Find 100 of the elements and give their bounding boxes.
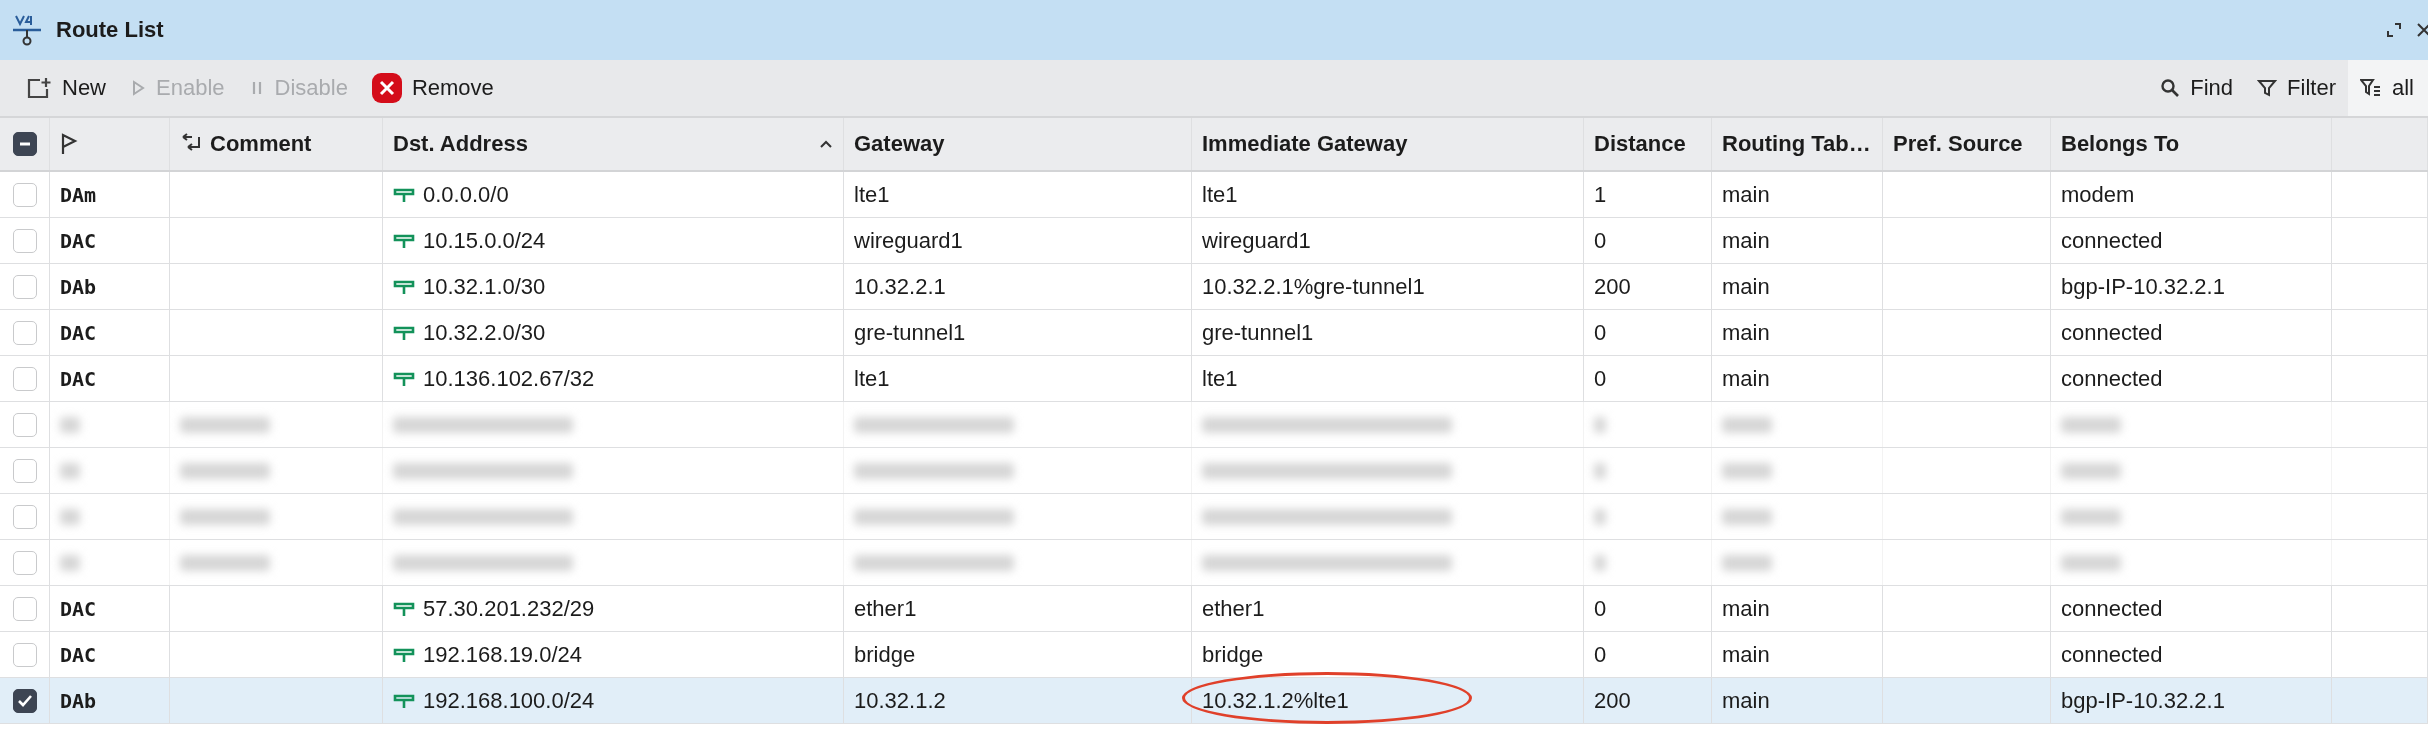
blurred-text: [60, 462, 80, 479]
table-cell: connected: [2061, 319, 2163, 346]
flags-cell: DAm: [60, 182, 97, 207]
table-cell: 10.32.1.2: [854, 687, 946, 714]
filter-icon: [2257, 78, 2278, 98]
blurred-text: [1722, 554, 1772, 571]
toolbar-button[interactable]: Remove: [359, 60, 506, 116]
window-title: Route List: [56, 17, 164, 43]
table-cell: wireguard1: [854, 227, 963, 254]
table-cell: 0: [1594, 595, 1607, 622]
table-cell: connected: [2061, 227, 2163, 254]
table-cell: 192.168.19.0/24: [423, 641, 583, 668]
flags-cell: DAC: [60, 596, 97, 621]
filter-list-icon: [2360, 78, 2382, 98]
blurred-text: [1594, 554, 1606, 571]
flags-cell: DAb: [60, 688, 97, 713]
flags-cell: DAb: [60, 274, 97, 299]
column-header[interactable]: Pref. Source: [1893, 131, 2023, 157]
route-icon: [393, 232, 415, 249]
table-cell: main: [1722, 319, 1770, 346]
table-cell: 1: [1594, 181, 1607, 208]
route-icon: [12, 13, 42, 47]
blurred-text: [2061, 462, 2121, 479]
table-cell: 10.32.2.1%gre-tunnel1: [1202, 273, 1425, 300]
sort-caret-icon[interactable]: [819, 139, 833, 149]
blurred-text: [60, 554, 80, 571]
row-checkbox[interactable]: [12, 688, 37, 713]
remove-icon: [371, 73, 402, 103]
table-cell: main: [1722, 365, 1770, 392]
table-cell: main: [1722, 641, 1770, 668]
route-icon: [393, 600, 415, 617]
table-cell: 0.0.0.0/0: [423, 181, 509, 208]
table-cell: modem: [2061, 181, 2135, 208]
toolbar-button[interactable]: Filter: [2245, 60, 2348, 116]
blurred-text: [60, 416, 80, 433]
table-cell: wireguard1: [1202, 227, 1311, 254]
table-cell: main: [1722, 227, 1770, 254]
table-cell: main: [1722, 595, 1770, 622]
blurred-text: [1722, 508, 1772, 525]
table-cell: 10.15.0.0/24: [423, 227, 546, 254]
table-cell: main: [1722, 687, 1770, 714]
flags-cell: DAC: [60, 642, 97, 667]
column-header[interactable]: Belongs To: [2061, 131, 2180, 157]
column-header[interactable]: Dst. Address: [393, 131, 528, 157]
route-icon: [393, 278, 415, 295]
route-icon: [393, 370, 415, 387]
add-window-icon: [26, 76, 52, 100]
flags-cell: DAC: [60, 320, 97, 345]
select-all-checkbox[interactable]: [12, 132, 37, 156]
route-icon: [393, 324, 415, 341]
table-cell: bgp-IP-10.32.2.1: [2061, 273, 2225, 300]
table-cell: lte1: [1202, 181, 1238, 208]
table-cell: bgp-IP-10.32.2.1: [2061, 687, 2225, 714]
column-header[interactable]: Comment: [210, 131, 312, 157]
table-cell: lte1: [854, 365, 890, 392]
table-cell: 0: [1594, 365, 1607, 392]
table-cell: connected: [2061, 365, 2163, 392]
toolbar-button[interactable]: Find: [2148, 60, 2246, 116]
blurred-text: [2061, 416, 2121, 433]
blurred-text: [1722, 416, 1772, 433]
play-icon: [130, 79, 146, 97]
table-cell: connected: [2061, 641, 2163, 668]
table-cell: 10.32.2.0/30: [423, 319, 546, 346]
table-cell: lte1: [854, 181, 890, 208]
column-header[interactable]: Routing Tab…: [1722, 131, 1871, 157]
route-icon: [393, 646, 415, 663]
table-cell: gre-tunnel1: [1202, 319, 1314, 346]
table-cell: ether1: [854, 595, 917, 622]
toolbar-button[interactable]: all: [2348, 60, 2428, 116]
search-icon: [2160, 78, 2181, 98]
column-header[interactable]: Gateway: [854, 131, 945, 157]
table-cell: 10.136.102.67/32: [423, 365, 595, 392]
table-cell: 10.32.1.0/30: [423, 273, 546, 300]
table-cell: 10.32.2.1: [854, 273, 946, 300]
blurred-text: [1594, 508, 1606, 525]
table-cell: 192.168.100.0/24: [423, 687, 595, 714]
table-cell: ether1: [1202, 595, 1265, 622]
toolbar-button[interactable]: New: [14, 60, 118, 116]
route-icon: [393, 186, 415, 203]
table-cell: bridge: [854, 641, 916, 668]
table-cell: 57.30.201.232/29: [423, 595, 595, 622]
blurred-text: [1594, 462, 1606, 479]
table-cell: main: [1722, 273, 1770, 300]
table-cell: 0: [1594, 227, 1607, 254]
table-cell: 0: [1594, 319, 1607, 346]
close-icon[interactable]: [2416, 22, 2428, 38]
table-cell: connected: [2061, 595, 2163, 622]
table-cell: gre-tunnel1: [854, 319, 966, 346]
flags-cell: DAC: [60, 366, 97, 391]
table-cell: 200: [1594, 687, 1631, 714]
blurred-text: [2061, 508, 2121, 525]
expand-icon[interactable]: [2386, 22, 2402, 38]
route-icon: [393, 692, 415, 709]
flag-icon[interactable]: [60, 133, 78, 155]
column-header[interactable]: Immediate Gateway: [1202, 131, 1408, 157]
blurred-text: [2061, 554, 2121, 571]
table-cell: main: [1722, 181, 1770, 208]
column-header[interactable]: Distance: [1594, 131, 1686, 157]
flags-cell: DAC: [60, 228, 97, 253]
blurred-text: [60, 508, 80, 525]
